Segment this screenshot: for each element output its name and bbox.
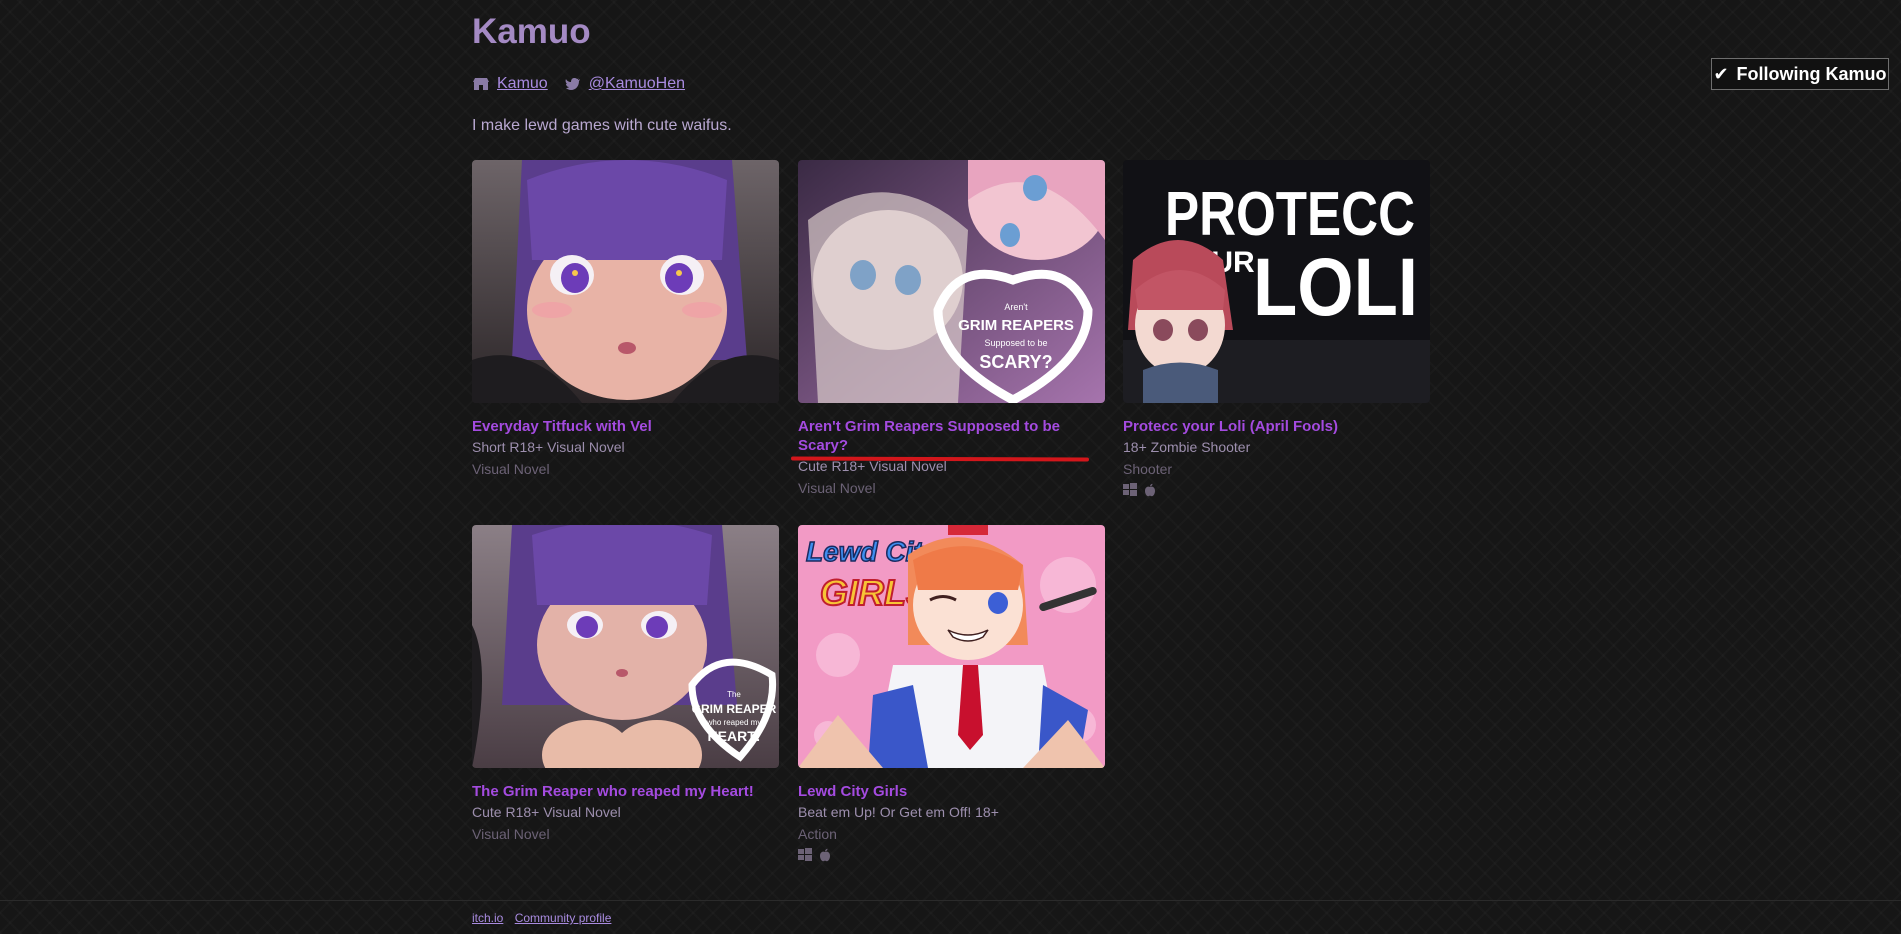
game-cell: Everyday Titfuck with Vel Short R18+ Vis… [472,160,779,480]
page: Kamuo Kamuo @KamuoHen I make lewd games … [0,0,1901,934]
game-cell: Aren't GRIM REAPERS Supposed to be SCARY… [798,160,1105,499]
footer: itch.io Community profile [0,900,1901,934]
game-description: Beat em Up! Or Get em Off! 18+ [798,804,999,820]
twitter-icon [564,75,582,93]
game-title-link[interactable]: Lewd City Girls [798,782,1105,801]
cover-text: GRIM REAPERS [958,317,1074,334]
game-title-link[interactable]: The Grim Reaper who reaped my Heart! [472,782,779,801]
page-title: Kamuo [472,12,591,51]
footer-itchio-link[interactable]: itch.io [472,911,503,925]
footer-links: itch.io Community profile [472,911,619,925]
twitter-profile-link[interactable]: @KamuoHen [589,75,685,93]
twitter-link-item: @KamuoHen [564,75,685,93]
checkmark-icon: ✔ [1713,63,1729,84]
game-description: Cute R18+ Visual Novel [472,804,621,820]
itch-profile-link[interactable]: Kamuo [497,75,548,93]
game-genre: Visual Novel [472,461,550,477]
cover-text: who reaped my [706,718,762,727]
game-cell: The GRIM REAPER who reaped my HEART! The… [472,525,779,845]
game-cell: Lewd City GIRLS Lewd City Girls Beat em … [798,525,1105,862]
game-genre: Visual Novel [472,826,550,842]
game-title-link[interactable]: Protecc your Loli (April Fools) [1123,417,1430,436]
game-thumbnail[interactable]: PROTECC YOUR LOLI [1123,160,1430,403]
follow-button-label: Following Kamuo [1736,63,1887,84]
windows-icon [798,848,812,862]
profile-bio: I make lewd games with cute waifus. [472,117,732,134]
platform-icons [798,848,1105,862]
platform-icons [1123,483,1430,497]
itch-store-icon [472,75,490,93]
game-title-link[interactable]: Everyday Titfuck with Vel [472,417,779,436]
footer-community-link[interactable]: Community profile [515,911,612,925]
apple-icon [1143,483,1157,497]
game-genre: Action [798,826,837,842]
game-description: Short R18+ Visual Novel [472,439,625,455]
game-thumbnail[interactable]: Lewd City GIRLS [798,525,1105,768]
cover-text: The [727,690,741,699]
cover-text: Aren't [1004,302,1028,312]
cover-text: HEART! [708,728,761,744]
cover-text: Supposed to be [984,338,1047,348]
game-thumbnail[interactable] [472,160,779,403]
game-genre: Visual Novel [798,480,876,496]
itch-link-item: Kamuo [472,75,548,93]
game-cell: PROTECC YOUR LOLI Protecc your Loli (Apr… [1123,160,1430,497]
cover-text: GRIM REAPER [692,702,777,716]
cover-text: LOLI [1253,242,1418,333]
windows-icon [1123,483,1137,497]
header: Kamuo [472,10,591,54]
apple-icon [818,848,832,862]
cover-text: SCARY? [979,352,1052,372]
game-thumbnail[interactable]: The GRIM REAPER who reaped my HEART! [472,525,779,768]
game-genre: Shooter [1123,461,1173,477]
game-thumbnail[interactable]: Aren't GRIM REAPERS Supposed to be SCARY… [798,160,1105,403]
game-title-link[interactable]: Aren't Grim Reapers Supposed to be Scary… [798,417,1105,455]
profile-links: Kamuo @KamuoHen [472,73,701,95]
game-description: 18+ Zombie Shooter [1123,439,1251,455]
cover-text: PROTECC [1165,180,1415,249]
follow-button[interactable]: ✔ Following Kamuo [1711,58,1889,90]
